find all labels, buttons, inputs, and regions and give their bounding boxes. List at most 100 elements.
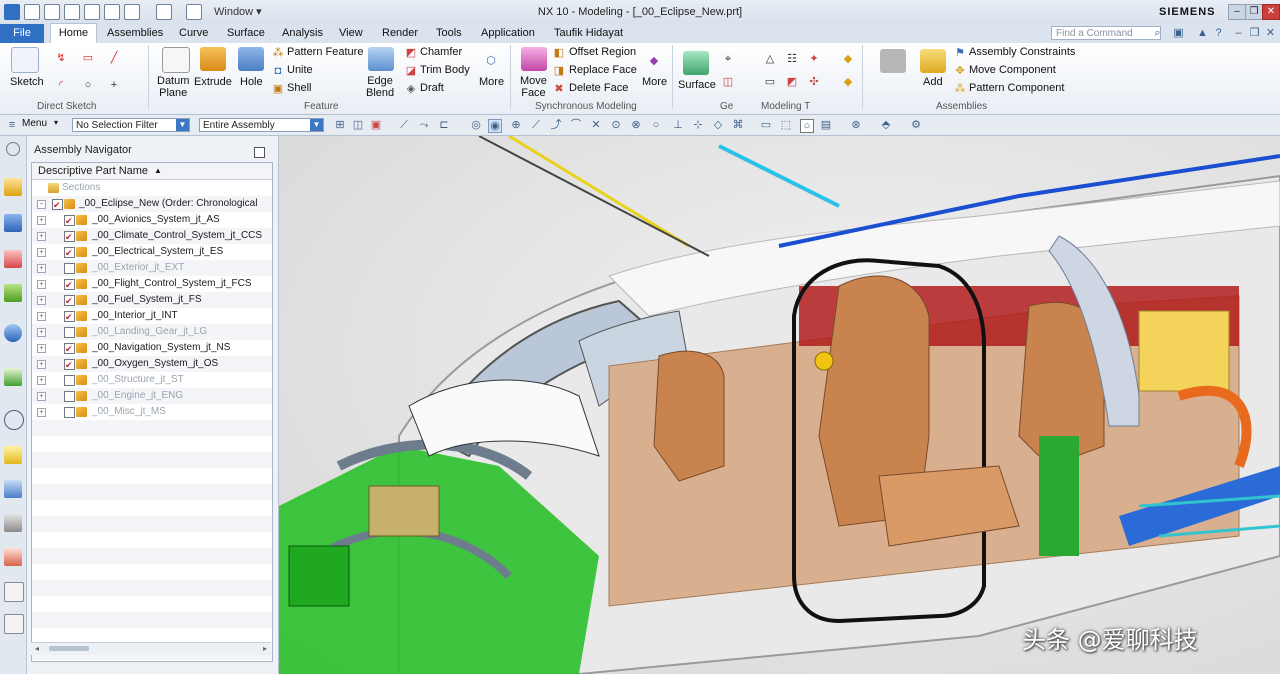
replace-face-icon[interactable]: ◨: [553, 65, 565, 77]
restore-button[interactable]: ❐: [1245, 4, 1263, 20]
section-icon[interactable]: ◫: [722, 76, 734, 88]
snap-end-icon[interactable]: ⟋: [530, 119, 542, 131]
chamfer-button[interactable]: Chamfer: [420, 46, 462, 58]
extrude-icon[interactable]: [200, 47, 226, 71]
tab-analysis[interactable]: Analysis: [282, 24, 323, 43]
reuse-library-icon[interactable]: [4, 284, 22, 302]
select-body-icon[interactable]: ◫: [352, 119, 364, 131]
tab-application[interactable]: Application: [481, 24, 535, 43]
horizontal-scrollbar[interactable]: ◂ ▸: [31, 642, 271, 655]
visibility-checkbox[interactable]: [64, 229, 75, 245]
tab-file[interactable]: File: [0, 24, 44, 43]
wcs-icon[interactable]: ⬘: [880, 119, 892, 131]
tab-render[interactable]: Render: [382, 24, 418, 43]
ribbon-restore-icon[interactable]: ❐: [1248, 27, 1261, 40]
tree-row[interactable]: + _00_Electrical_System_jt_ES: [32, 244, 272, 261]
shaded-view-icon[interactable]: ◉: [488, 119, 502, 133]
tree-row[interactable]: + _00_Flight_Control_System_jt_FCS: [32, 276, 272, 293]
profile-icon[interactable]: ↯: [55, 52, 67, 64]
extrude-button[interactable]: Extrude: [194, 76, 232, 88]
expand-icon[interactable]: −: [37, 200, 46, 209]
tab-curve[interactable]: Curve: [179, 24, 208, 43]
pattern-feature-button[interactable]: Pattern Feature: [287, 46, 363, 58]
edge-blend-icon[interactable]: [368, 47, 394, 71]
resource-bar-options-icon[interactable]: [6, 142, 20, 156]
tab-assemblies[interactable]: Assemblies: [107, 24, 163, 43]
tab-surface[interactable]: Surface: [227, 24, 265, 43]
snap-grid-icon[interactable]: ⊕: [510, 119, 522, 131]
menu-dropdown-icon[interactable]: ▾: [54, 118, 58, 127]
visibility-checkbox[interactable]: [64, 375, 75, 386]
help-icon[interactable]: ?: [1212, 27, 1225, 40]
tab-tools[interactable]: Tools: [436, 24, 462, 43]
assembly-constraints-icon[interactable]: ⚑: [954, 47, 966, 59]
expand-icon[interactable]: +: [37, 232, 46, 241]
expand-icon[interactable]: +: [37, 392, 46, 401]
expand-icon[interactable]: +: [37, 408, 46, 417]
palette-icon[interactable]: [4, 614, 24, 634]
view-orient-icon[interactable]: ⬚: [780, 119, 792, 131]
expand-icon[interactable]: +: [37, 248, 46, 257]
menu-button[interactable]: Menu: [22, 118, 47, 129]
visibility-checkbox[interactable]: [52, 197, 63, 213]
visibility-checkbox[interactable]: [64, 245, 75, 261]
visibility-checkbox[interactable]: [64, 293, 75, 309]
search-icon[interactable]: ⌕: [1151, 27, 1164, 40]
pattern-component-icon[interactable]: ⁂: [954, 83, 966, 95]
grid-icon[interactable]: ☷: [786, 53, 798, 65]
layer-icon[interactable]: ▤: [820, 119, 832, 131]
web-browser-icon[interactable]: [4, 368, 22, 386]
selection-filter-select[interactable]: No Selection Filter ▼: [72, 118, 190, 132]
tree-row[interactable]: + _00_Structure_jt_ST: [32, 372, 272, 388]
collapse-ribbon-icon[interactable]: ▲: [1196, 27, 1209, 40]
tab-taufik-hidayat[interactable]: Taufik Hidayat: [554, 24, 623, 43]
hd3d-tools-icon[interactable]: [4, 324, 22, 342]
pattern-component-button[interactable]: Pattern Component: [969, 82, 1064, 94]
unite-icon[interactable]: ◘: [272, 65, 284, 77]
copy-face-icon[interactable]: ▭: [764, 76, 776, 88]
wireframe-icon[interactable]: ▭: [760, 119, 772, 131]
expand-icon[interactable]: +: [37, 344, 46, 353]
manufacturing-wizards-icon[interactable]: [4, 514, 22, 532]
expand-icon[interactable]: +: [37, 376, 46, 385]
tree-row[interactable]: + _00_Engine_jt_ENG: [32, 388, 272, 404]
shell-button[interactable]: Shell: [287, 82, 311, 94]
material-icon[interactable]: ◆: [842, 76, 854, 88]
history-icon[interactable]: [4, 410, 24, 430]
transform-icon[interactable]: ✣: [808, 76, 820, 88]
tree-row[interactable]: +Sections: [32, 180, 272, 196]
tree-row[interactable]: + _00_Misc_jt_MS: [32, 404, 272, 420]
tree-row[interactable]: + _00_Landing_Gear_jt_LG: [32, 324, 272, 340]
snap-line-icon[interactable]: ⟋: [398, 119, 410, 131]
datum-plane-button[interactable]: Datum Plane: [157, 75, 189, 99]
scroll-thumb[interactable]: [49, 646, 89, 651]
datum-plane-icon[interactable]: [162, 47, 190, 73]
expand-icon[interactable]: +: [37, 216, 46, 225]
find-command-input[interactable]: Find a Command: [1051, 26, 1161, 40]
measure-icon[interactable]: ⌖: [722, 53, 734, 65]
selection-scope-select[interactable]: Entire Assembly ▼: [199, 118, 324, 132]
tab-home[interactable]: Home: [50, 23, 97, 44]
triangle-icon[interactable]: △: [764, 53, 776, 65]
add-component-icon[interactable]: [920, 49, 946, 73]
expand-icon[interactable]: +: [37, 296, 46, 305]
snap-box-icon[interactable]: ⊏: [438, 119, 450, 131]
visibility-checkbox[interactable]: [64, 213, 75, 229]
move-face-button[interactable]: Move Face: [520, 75, 547, 99]
surface-icon[interactable]: [683, 51, 709, 75]
delete-face-button[interactable]: Delete Face: [569, 82, 628, 94]
snap-bounded-icon[interactable]: ⌘: [732, 119, 744, 131]
edge-blend-button[interactable]: Edge Blend: [366, 75, 394, 99]
visibility-checkbox[interactable]: [64, 327, 75, 338]
move-component-button[interactable]: Move Component: [969, 64, 1056, 76]
snap-face-icon[interactable]: ◇: [712, 119, 724, 131]
trim-body-button[interactable]: Trim Body: [420, 64, 470, 76]
line-icon[interactable]: ╱: [108, 52, 120, 64]
view-fit-icon[interactable]: ◎: [470, 119, 482, 131]
visibility-checkbox[interactable]: [64, 277, 75, 293]
unite-button[interactable]: Unite: [287, 64, 313, 76]
more-sync-button[interactable]: More: [642, 76, 667, 88]
process-studio-icon[interactable]: [4, 480, 22, 498]
ribbon-close-icon[interactable]: ✕: [1264, 27, 1277, 40]
snap-arc-icon[interactable]: ⌒: [570, 119, 582, 131]
